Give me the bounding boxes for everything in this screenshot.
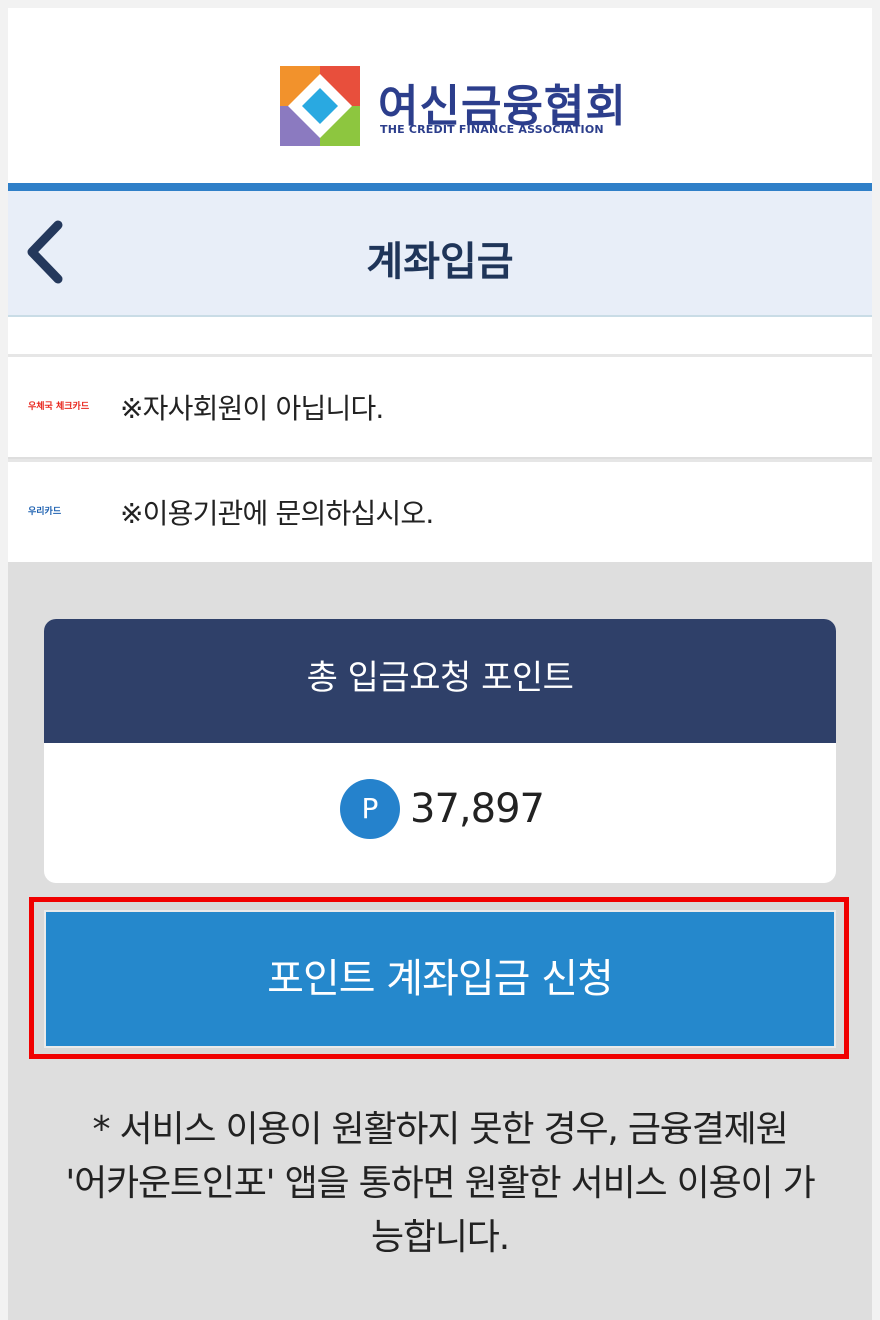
notice-line: 능합니다. [371,1217,510,1258]
card-logo: 우리카드 [28,507,62,517]
credit-finance-logo-icon [280,66,360,146]
card-logo: 우체국 체크카드 [28,402,90,412]
list-spacer [8,317,872,357]
brand-subtitle: THE CREDIT FINANCE ASSOCIATION [380,123,604,136]
page-title: 계좌입금 [366,239,514,285]
points-amount: 37,897 [410,786,545,832]
list-item: 우체국 체크카드 ※자사회원이 아닙니다. [8,354,872,457]
nav-bar: 계좌입금 [8,191,872,317]
apply-deposit-button[interactable]: 포인트 계좌입금 신청 [44,910,836,1048]
service-notice: * 서비스 이용이 원활하지 못한 경우, 금융결제원 '어카운트인포' 앱을 … [8,1103,872,1265]
app-screen: 여신금융협회 THE CREDIT FINANCE ASSOCIATION 계좌… [8,8,872,1320]
notice-line: * 서비스 이용이 원활하지 못한 경우, 금융결제원 [92,1109,789,1150]
card-message: ※이용기관에 문의하십시오. [120,497,434,530]
points-summary-panel: 총 입금요청 포인트 P 37,897 [44,619,836,883]
brand-header: 여신금융협회 THE CREDIT FINANCE ASSOCIATION [8,8,872,183]
header-divider [8,183,872,191]
card-message: ※자사회원이 아닙니다. [120,392,384,425]
list-item: 우리카드 ※이용기관에 문의하십시오. [8,459,872,562]
points-body: P 37,897 [44,743,836,883]
point-badge-icon: P [340,779,400,839]
notice-line: '어카운트인포' 앱을 통하면 원활한 서비스 이용이 가 [65,1163,815,1204]
points-label: 총 입금요청 포인트 [44,619,836,743]
